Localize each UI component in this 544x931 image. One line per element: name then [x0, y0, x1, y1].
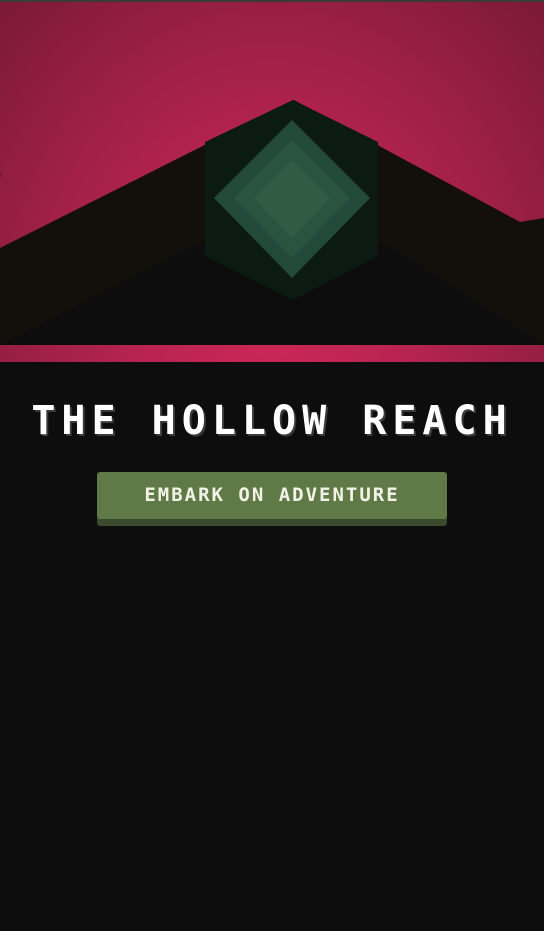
game-title: THE HOLLOW REACH — [31, 398, 513, 444]
mountain-edge-notch — [0, 172, 3, 178]
mountain-scene — [0, 100, 544, 345]
title-screen: THE HOLLOW REACH EMBARK ON ADVENTURE — [0, 0, 544, 931]
embark-button[interactable]: EMBARK ON ADVENTURE — [97, 472, 447, 519]
